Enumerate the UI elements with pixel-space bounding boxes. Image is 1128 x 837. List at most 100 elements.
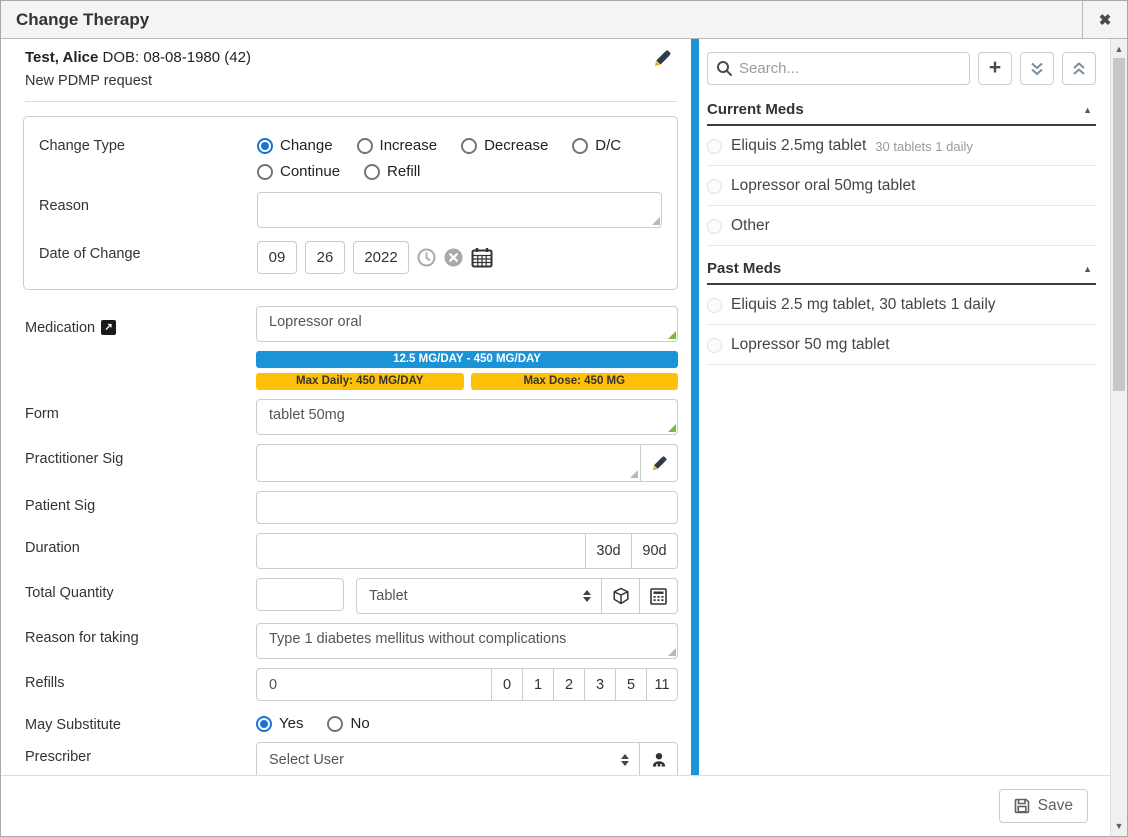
date-of-change-controls <box>257 240 662 274</box>
med-item[interactable]: Other <box>707 206 1096 246</box>
quantity-unit-group: Tablet <box>356 578 678 614</box>
form-textarea[interactable]: tablet 50mg <box>256 399 678 435</box>
refill-3-button[interactable]: 3 <box>585 668 616 701</box>
radio-option-refill[interactable]: Refill <box>364 163 420 180</box>
unit-select-value: Tablet <box>369 588 408 604</box>
patient-name: Test, Alice <box>25 49 98 66</box>
vertical-scrollbar[interactable]: ▲ ▼ <box>1110 39 1127 836</box>
refills-input[interactable] <box>256 668 492 701</box>
radio-icon <box>256 716 272 732</box>
duration-input[interactable] <box>256 533 586 569</box>
reason-for-taking-textarea[interactable]: Type 1 diabetes mellitus without complic… <box>256 623 678 659</box>
med-radio-icon <box>707 298 722 313</box>
radio-label: Increase <box>380 137 438 154</box>
radio-icon <box>257 164 273 180</box>
prescriber-select[interactable]: Select User <box>256 742 640 775</box>
med-name: Eliquis 2.5 mg tablet, 30 tablets 1 dail… <box>731 296 996 314</box>
year-input[interactable] <box>353 241 409 274</box>
search-icon <box>716 60 733 77</box>
select-current-user-button[interactable] <box>640 742 678 775</box>
patient-sig-input[interactable] <box>256 491 678 524</box>
dose-range-badge: 12.5 MG/DAY - 450 MG/DAY <box>256 351 678 368</box>
reason-textarea-wrap <box>257 192 662 228</box>
med-item[interactable]: Eliquis 2.5mg tablet 30 tablets 1 daily <box>707 126 1096 166</box>
change-details-box: Change Type Change Increase Decrease D/C… <box>23 116 678 290</box>
current-meds-header[interactable]: Current Meds ▲ <box>707 91 1096 126</box>
med-item[interactable]: Lopressor oral 50mg tablet <box>707 166 1096 206</box>
radio-label: Yes <box>279 715 303 732</box>
med-item[interactable]: Eliquis 2.5 mg tablet, 30 tablets 1 dail… <box>707 285 1096 325</box>
clear-date-button[interactable] <box>444 248 463 267</box>
expand-all-button[interactable] <box>1020 52 1054 85</box>
med-name: Lopressor oral 50mg tablet <box>731 177 915 195</box>
radio-icon <box>461 138 477 154</box>
radio-option-dc[interactable]: D/C <box>572 137 621 154</box>
radio-option-yes[interactable]: Yes <box>256 714 303 733</box>
med-item[interactable]: Lopressor 50 mg tablet <box>707 325 1096 365</box>
cube-icon <box>612 587 630 605</box>
total-quantity-input[interactable] <box>256 578 344 611</box>
pencil-icon <box>652 456 667 471</box>
radio-label: Refill <box>387 163 420 180</box>
practitioner-sig-textarea[interactable] <box>257 445 640 481</box>
close-button[interactable]: ✖ <box>1082 1 1127 38</box>
radio-icon <box>364 164 380 180</box>
dialog-body: Test, Alice DOB: 08-08-1980 (42) New PDM… <box>1 39 1110 775</box>
total-quantity-label: Total Quantity <box>25 578 256 614</box>
refill-0-button[interactable]: 0 <box>492 668 523 701</box>
duration-90d-button[interactable]: 90d <box>632 533 678 569</box>
radio-option-decrease[interactable]: Decrease <box>461 137 548 154</box>
reason-textarea[interactable] <box>257 192 662 228</box>
practitioner-sig-textarea-wrap <box>256 444 641 482</box>
total-quantity-controls: Tablet <box>256 578 678 614</box>
calculator-icon <box>650 588 667 605</box>
select-arrows-icon <box>621 754 629 766</box>
change-type-options: Change Increase Decrease D/C Continue Re… <box>257 132 662 180</box>
unit-lookup-button[interactable] <box>602 578 640 614</box>
refills-row: Refills 0 1 2 3 5 11 <box>25 668 678 701</box>
med-search-input[interactable] <box>707 52 970 85</box>
refill-2-button[interactable]: 2 <box>554 668 585 701</box>
prescriber-group: Select User <box>256 742 678 775</box>
save-button[interactable]: Save <box>999 789 1088 823</box>
scroll-down-arrow[interactable]: ▼ <box>1111 818 1127 834</box>
collapse-all-button[interactable] <box>1062 52 1096 85</box>
radio-label: Continue <box>280 163 340 180</box>
collapse-icon: ▲ <box>1083 105 1092 115</box>
med-name: Other <box>731 217 770 235</box>
radio-option-change[interactable]: Change <box>257 137 333 154</box>
medication-textarea[interactable]: Lopressor oral <box>256 306 678 342</box>
radio-option-no[interactable]: No <box>327 714 369 733</box>
radio-option-continue[interactable]: Continue <box>257 163 340 180</box>
may-substitute-row: May Substitute Yes No <box>25 710 678 733</box>
duration-label: Duration <box>25 533 256 569</box>
past-meds-title: Past Meds <box>707 260 781 277</box>
scroll-up-arrow[interactable]: ▲ <box>1111 41 1127 57</box>
total-quantity-row: Total Quantity Tablet <box>25 578 678 614</box>
save-icon <box>1014 798 1030 814</box>
pdmp-request-link[interactable]: New PDMP request <box>25 70 677 92</box>
medication-lookup-button[interactable]: ↗ <box>101 320 116 335</box>
month-input[interactable] <box>257 241 297 274</box>
scrollbar-thumb[interactable] <box>1113 58 1125 391</box>
medication-label: Medication <box>25 320 95 336</box>
unit-select[interactable]: Tablet <box>356 578 602 614</box>
open-calendar-button[interactable] <box>471 247 493 268</box>
duration-30d-button[interactable]: 30d <box>586 533 632 569</box>
set-current-time-button[interactable] <box>417 248 436 267</box>
edit-sig-button[interactable] <box>641 444 678 482</box>
past-meds-header[interactable]: Past Meds ▲ <box>707 250 1096 285</box>
refill-1-button[interactable]: 1 <box>523 668 554 701</box>
refill-11-button[interactable]: 11 <box>647 668 678 701</box>
double-chevron-down-icon <box>1029 61 1045 77</box>
quantity-calculator-button[interactable] <box>640 578 678 614</box>
add-med-button[interactable]: + <box>978 52 1012 85</box>
duration-row: Duration 30d 90d <box>25 533 678 569</box>
duration-group: 30d 90d <box>256 533 678 569</box>
radio-option-increase[interactable]: Increase <box>357 137 438 154</box>
refill-5-button[interactable]: 5 <box>616 668 647 701</box>
reason-row: Reason <box>39 192 662 228</box>
med-radio-icon <box>707 139 722 154</box>
edit-patient-button[interactable] <box>654 50 671 67</box>
day-input[interactable] <box>305 241 345 274</box>
